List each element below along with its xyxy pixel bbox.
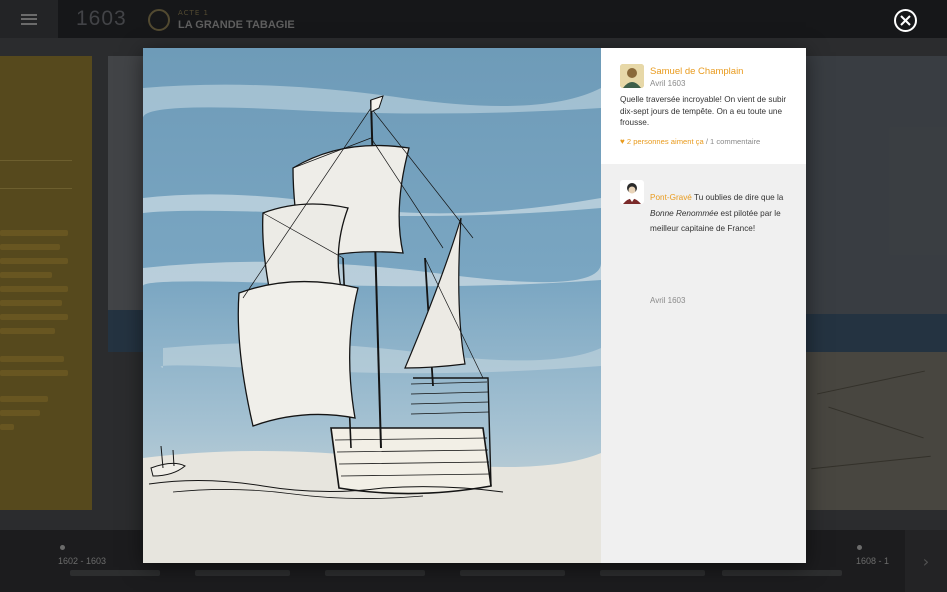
ship-name: Bonne Renommée <box>650 208 719 218</box>
post-date: Avril 1603 <box>650 79 686 88</box>
portrait-icon <box>620 64 644 88</box>
comment-text-start: Tu oublies de dire que la <box>691 193 784 202</box>
comment-date: Avril 1603 <box>650 296 686 305</box>
likes-link[interactable]: 2 personnes aiment ça <box>627 137 704 146</box>
comment-count-link[interactable]: 1 commentaire <box>710 137 760 146</box>
post-card: Samuel de Champlain Avril 1603 Quelle tr… <box>601 48 806 164</box>
close-button[interactable] <box>894 9 917 32</box>
comments-section: Pont-Gravé Tu oublies de dire que la Bon… <box>601 164 806 563</box>
post-sidebar: Samuel de Champlain Avril 1603 Quelle tr… <box>601 48 806 563</box>
post-author[interactable]: Samuel de Champlain <box>650 66 743 77</box>
heart-icon[interactable]: ♥ <box>620 137 625 146</box>
post-meta: ♥ 2 personnes aiment ça / 1 commentaire <box>620 137 760 146</box>
post-modal: Samuel de Champlain Avril 1603 Quelle tr… <box>143 48 806 563</box>
commenter-avatar[interactable] <box>620 180 644 204</box>
close-icon <box>900 15 911 26</box>
ship-illustration <box>143 48 601 563</box>
author-avatar[interactable] <box>620 64 644 88</box>
comment-author[interactable]: Pont-Gravé <box>650 193 692 202</box>
comment-text: Pont-Gravé Tu oublies de dire que la Bon… <box>650 190 790 237</box>
post-text: Quelle traversée incroyable! On vient de… <box>620 95 787 127</box>
portrait-icon <box>620 180 644 204</box>
